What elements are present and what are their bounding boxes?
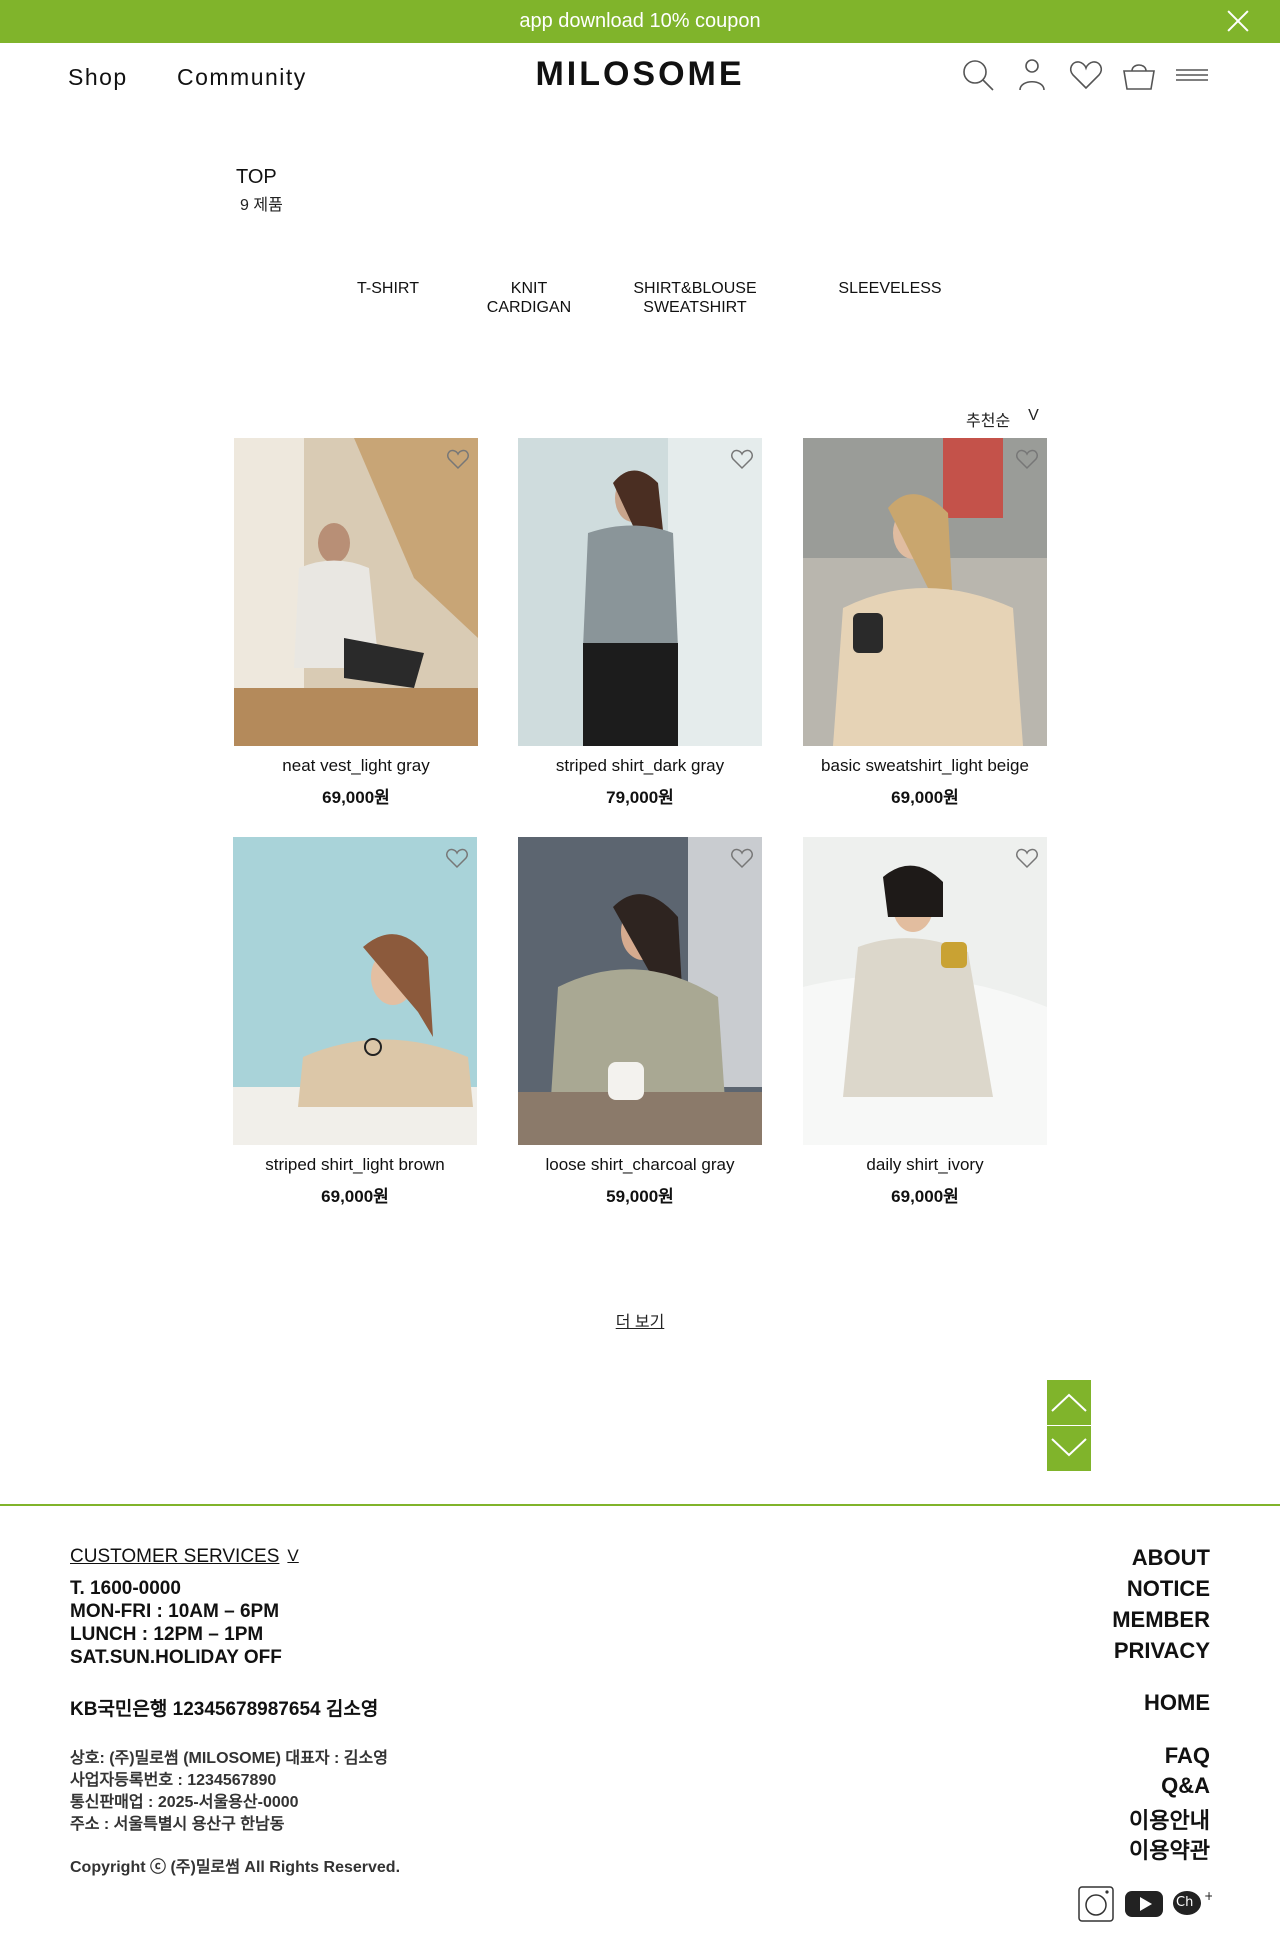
- phone: T. 1600-0000: [70, 1578, 181, 1599]
- customer-services-title: CUSTOMER SERVICES: [70, 1546, 280, 1567]
- product-card[interactable]: loose shirt_charcoal gray 59,000원: [518, 837, 762, 1207]
- mail-order-number: 통신판매업 : 2025-서울용산-0000: [70, 1794, 299, 1811]
- product-name[interactable]: striped shirt_dark gray: [518, 756, 762, 778]
- product-count: 9 제품: [240, 197, 283, 214]
- kakao-channel-label: Ch: [1176, 1895, 1194, 1910]
- search-icon[interactable]: [960, 57, 996, 93]
- product-price: 69,000원: [322, 788, 390, 807]
- footer-link-faq[interactable]: FAQ: [1165, 1743, 1210, 1769]
- instagram-icon[interactable]: [1078, 1886, 1114, 1927]
- scroll-top-button[interactable]: [1047, 1380, 1091, 1425]
- wishlist-heart-icon[interactable]: [1015, 448, 1039, 470]
- product-card[interactable]: neat vest_light gray 69,000원: [234, 438, 478, 808]
- footer-link-about[interactable]: ABOUT: [1132, 1545, 1210, 1571]
- subcategory-label: SWEATSHIRT: [643, 299, 747, 316]
- subcategory-shirt-sweatshirt[interactable]: SHIRT&BLOUSE SWEATSHIRT: [620, 279, 770, 317]
- category-title: TOP: [236, 166, 277, 188]
- product-card[interactable]: striped shirt_dark gray 79,000원: [518, 438, 762, 808]
- address: 주소 : 서울특별시 용산구 한남동: [70, 1816, 285, 1833]
- wishlist-heart-icon[interactable]: [446, 448, 470, 470]
- subcategory-label: SHIRT&BLOUSE: [633, 280, 757, 297]
- banner-text[interactable]: app download 10% coupon: [519, 10, 760, 33]
- subcategory-label: CARDIGAN: [486, 299, 572, 316]
- product-image[interactable]: [518, 837, 762, 1145]
- youtube-icon[interactable]: [1125, 1891, 1163, 1922]
- product-price: 59,000원: [606, 1187, 674, 1206]
- wishlist-heart-icon[interactable]: [445, 847, 469, 869]
- subcategory-knit-cardigan[interactable]: KNIT CARDIGAN: [479, 279, 579, 317]
- kakao-channel-icon[interactable]: + Ch: [1172, 1889, 1212, 1917]
- coupon-banner[interactable]: app download 10% coupon: [0, 0, 1280, 43]
- product-card[interactable]: daily shirt_ivory 69,000원: [803, 837, 1047, 1207]
- chevron-down-icon: V: [287, 1546, 299, 1565]
- wishlist-heart-icon[interactable]: [730, 847, 754, 869]
- scroll-bottom-button[interactable]: [1047, 1426, 1091, 1471]
- sort-dropdown[interactable]: 추천순 V: [966, 407, 1039, 431]
- product-image[interactable]: [233, 837, 477, 1145]
- user-icon[interactable]: [1014, 57, 1050, 93]
- product-card[interactable]: striped shirt_light brown 69,000원: [233, 837, 477, 1207]
- product-image[interactable]: [518, 438, 762, 746]
- holiday-off: SAT.SUN.HOLIDAY OFF: [70, 1647, 282, 1668]
- footer-link-home[interactable]: HOME: [1144, 1690, 1210, 1716]
- close-icon[interactable]: [1226, 9, 1250, 33]
- svg-text:+: +: [1204, 1889, 1212, 1903]
- heart-icon[interactable]: [1068, 57, 1104, 93]
- footer-link-terms[interactable]: 이용약관: [1129, 1833, 1210, 1865]
- footer-divider: [0, 1504, 1280, 1506]
- hours: MON-FRI : 10AM – 6PM: [70, 1601, 280, 1622]
- business-number: 사업자등록번호 : 1234567890: [70, 1772, 277, 1789]
- load-more-link[interactable]: 더 보기: [616, 1314, 665, 1331]
- footer-link-qna[interactable]: Q&A: [1161, 1773, 1210, 1799]
- site-header: Shop Community MILOSOME: [0, 43, 1280, 113]
- customer-services-toggle[interactable]: CUSTOMER SERVICES V: [70, 1546, 299, 1568]
- load-more: 더 보기: [0, 1308, 1280, 1332]
- lunch-hours: LUNCH : 12PM – 1PM: [70, 1624, 264, 1645]
- product-image[interactable]: [803, 438, 1047, 746]
- footer-link-notice[interactable]: NOTICE: [1127, 1576, 1210, 1602]
- product-name[interactable]: daily shirt_ivory: [803, 1155, 1047, 1177]
- wishlist-heart-icon[interactable]: [1015, 847, 1039, 869]
- product-card[interactable]: basic sweatshirt_light beige 69,000원: [803, 438, 1047, 808]
- product-name[interactable]: basic sweatshirt_light beige: [803, 756, 1047, 778]
- subcategory-label: T-SHIRT: [357, 280, 419, 297]
- footer-link-guide[interactable]: 이용안내: [1129, 1803, 1210, 1835]
- bank-account: KB국민은행 12345678987654 김소영: [70, 1699, 379, 1720]
- subcategory-label: KNIT: [510, 280, 548, 297]
- chevron-down-icon: V: [1028, 407, 1039, 424]
- product-name[interactable]: striped shirt_light brown: [233, 1155, 477, 1177]
- product-image[interactable]: [803, 837, 1047, 1145]
- chevron-up-icon: [1051, 1393, 1087, 1412]
- shopping-bag-icon[interactable]: [1121, 57, 1157, 93]
- chevron-down-icon: [1051, 1438, 1087, 1457]
- product-price: 69,000원: [891, 788, 959, 807]
- copyright: Copyright ⓒ (주)밀로썸 All Rights Reserved.: [70, 1859, 401, 1876]
- company-info: 상호: (주)밀로썸 (MILOSOME) 대표자 : 김소영: [70, 1750, 388, 1767]
- product-name[interactable]: loose shirt_charcoal gray: [518, 1155, 762, 1177]
- subcategory-label: SLEEVELESS: [838, 280, 942, 297]
- product-image[interactable]: [234, 438, 478, 746]
- footer-link-privacy[interactable]: PRIVACY: [1114, 1638, 1210, 1664]
- subcategory-tshirt[interactable]: T-SHIRT: [348, 279, 428, 298]
- subcategory-sleeveless[interactable]: SLEEVELESS: [830, 279, 950, 298]
- product-price: 69,000원: [891, 1187, 959, 1206]
- product-price: 79,000원: [606, 788, 674, 807]
- sort-label: 추천순: [966, 413, 1011, 430]
- product-price: 69,000원: [321, 1187, 389, 1206]
- product-name[interactable]: neat vest_light gray: [234, 756, 478, 778]
- menu-icon[interactable]: [1174, 57, 1210, 93]
- wishlist-heart-icon[interactable]: [730, 448, 754, 470]
- footer-link-member[interactable]: MEMBER: [1112, 1607, 1210, 1633]
